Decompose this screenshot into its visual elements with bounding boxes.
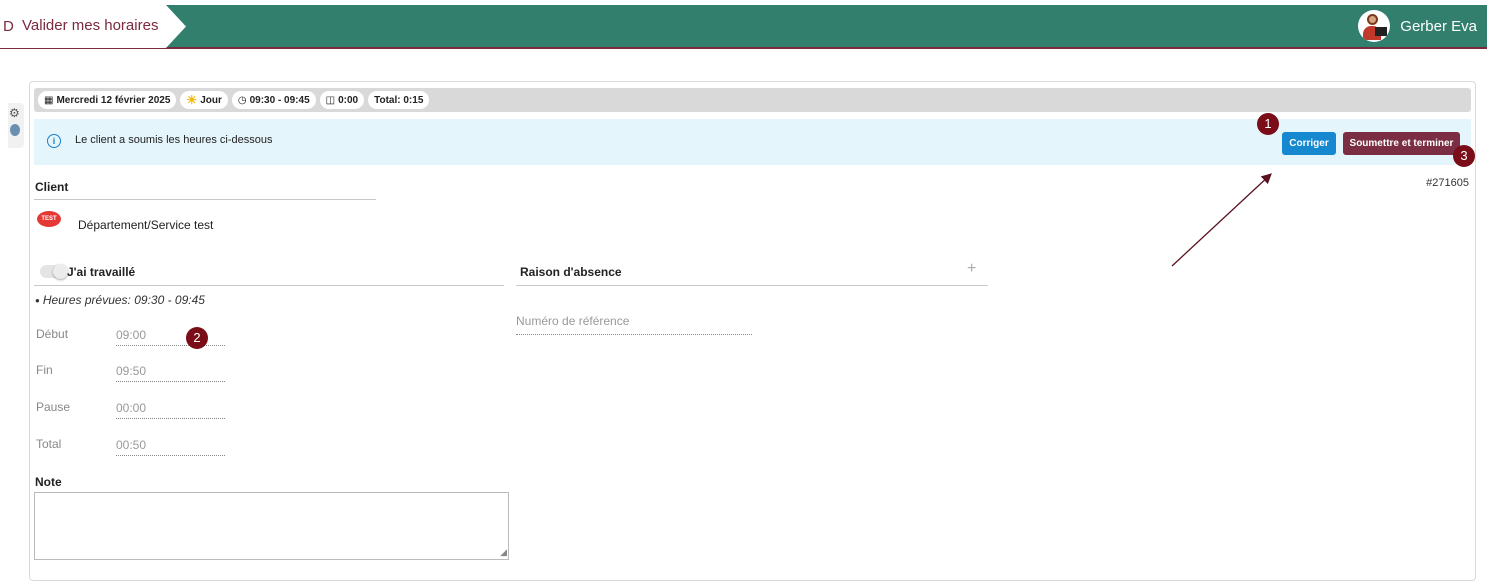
info-alert: i Le client a soumis les heures ci-desso… — [34, 119, 1471, 165]
header-background — [0, 5, 1487, 48]
date-text: Mercredi 12 février 2025 — [56, 94, 171, 106]
side-panel-toggle[interactable]: ⚙ — [8, 103, 24, 148]
submit-and-finish-button[interactable]: Soumettre et terminer — [1343, 132, 1460, 155]
start-label: Début — [36, 327, 69, 341]
date-chip: ▦ Mercredi 12 février 2025 — [38, 91, 177, 109]
total-text: Total: 0:15 — [374, 94, 424, 106]
client-logo-text: TEST — [37, 211, 61, 227]
status-dot — [10, 124, 20, 136]
absence-divider — [516, 285, 988, 286]
client-divider — [34, 199, 376, 200]
info-icon: i — [47, 134, 61, 148]
annotation-badge-2: 2 — [186, 327, 208, 349]
absence-section-title: Raison d'absence — [520, 265, 622, 279]
total-label: Total — [36, 437, 62, 451]
note-textarea[interactable]: ◢ — [34, 492, 509, 560]
planned-hours-text: Heures prévues: 09:30 - 09:45 — [42, 293, 205, 307]
reference-number-input[interactable]: Numéro de référence — [516, 314, 752, 335]
pause-field[interactable]: 00:00 — [116, 401, 225, 419]
user-name[interactable]: Gerber Eva — [1400, 18, 1477, 35]
total-chip: Total: 0:15 — [368, 91, 430, 109]
resize-grip-icon[interactable]: ◢ — [500, 547, 507, 558]
shift-text: Jour — [200, 94, 222, 106]
alert-message: Le client a soumis les heures ci-dessous — [75, 134, 273, 146]
reference-number: #271605 — [1426, 177, 1469, 189]
calendar-icon: ▦ — [44, 94, 54, 106]
annotation-badge-1: 1 — [1257, 113, 1279, 135]
back-icon[interactable]: D — [3, 18, 14, 35]
client-name: Département/Service test — [78, 218, 214, 232]
breadcrumb-label[interactable]: Valider mes horaires — [22, 17, 158, 34]
note-section-title: Note — [35, 475, 62, 489]
gear-icon[interactable]: ⚙ — [9, 106, 20, 120]
pause-label: Pause — [36, 400, 71, 414]
annotation-badge-3: 3 — [1453, 145, 1475, 167]
sun-icon: ☀ — [186, 93, 198, 107]
worked-toggle[interactable] — [40, 264, 68, 279]
breadcrumb[interactable]: D Valider mes horaires — [0, 5, 188, 48]
shift-summary-bar: ▦ Mercredi 12 février 2025 ☀ Jour ◷ 09:3… — [34, 88, 1471, 112]
end-label: Fin — [36, 363, 53, 377]
header-accent-line — [0, 47, 1487, 49]
client-logo: TEST — [34, 211, 64, 235]
pause-chip: ◫ 0:00 — [319, 91, 365, 109]
shift-chip: ☀ Jour — [180, 91, 228, 109]
corriger-button[interactable]: Corriger — [1282, 132, 1336, 155]
shift-card: ▦ Mercredi 12 février 2025 ☀ Jour ◷ 09:3… — [29, 81, 1476, 581]
planned-hours: ● Heures prévues: 09:30 - 09:45 — [35, 293, 205, 307]
user-menu[interactable]: Gerber Eva — [1358, 10, 1477, 42]
coffee-icon: ◫ — [325, 94, 336, 106]
worked-section-title: J'ai travaillé — [67, 265, 136, 279]
pause-text: 0:00 — [338, 94, 359, 106]
total-field: 00:50 — [116, 438, 225, 456]
clock-icon: ◷ — [237, 94, 247, 106]
bullet-icon: ● — [35, 296, 40, 306]
start-time-field[interactable]: 09:00 — [116, 328, 225, 346]
client-section-title: Client — [35, 180, 69, 194]
worked-divider — [34, 285, 504, 286]
hours-chip: ◷ 09:30 - 09:45 — [231, 91, 316, 109]
hours-text: 09:30 - 09:45 — [249, 94, 310, 106]
top-bar: D Valider mes horaires Gerber Eva — [0, 0, 1487, 49]
add-absence-icon[interactable]: + — [967, 260, 976, 278]
end-time-field[interactable]: 09:50 — [116, 364, 225, 382]
avatar[interactable] — [1358, 10, 1391, 42]
